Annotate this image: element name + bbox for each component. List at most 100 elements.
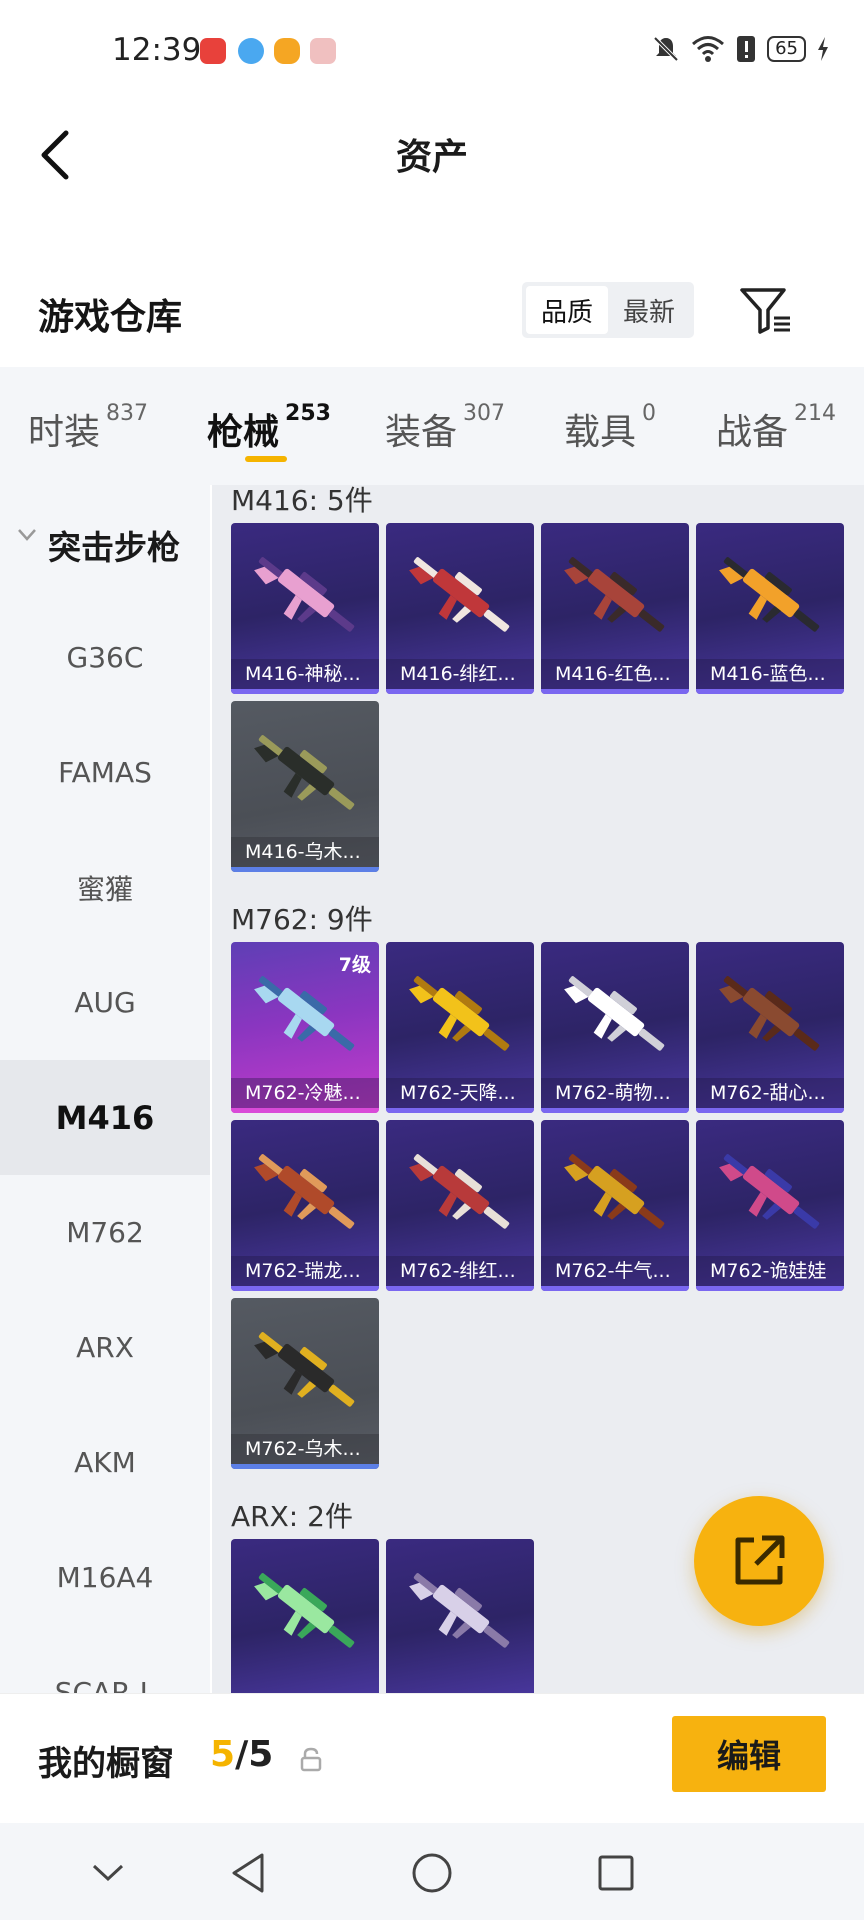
share-button[interactable]: [694, 1496, 824, 1626]
skin-card[interactable]: M762-甜心...: [696, 942, 844, 1113]
charging-icon: [818, 37, 828, 61]
skin-name: M762-天降...: [386, 1078, 534, 1108]
category-tabs: 时装 837 枪械 253 装备 307 载具 0 战备 214: [0, 367, 864, 485]
skin-card[interactable]: M762-瑞龙...: [231, 1120, 379, 1291]
tab-weapons[interactable]: 枪械 253: [207, 401, 331, 455]
skin-name: M416-神秘...: [231, 659, 379, 689]
quality-bar: [386, 1108, 534, 1113]
skin-card[interactable]: M762-绯红...: [386, 1120, 534, 1291]
app-root: 12:39 65 资产 游戏仓库 品质 最新 时装 837 枪械 253 装备 …: [0, 0, 864, 1920]
skin-card[interactable]: M762-诡娃娃: [696, 1120, 844, 1291]
app-notification-icon: [274, 38, 300, 64]
rifle-icon: [564, 1154, 665, 1229]
tab-count: 214: [794, 401, 837, 426]
nav-home-button[interactable]: [406, 1849, 458, 1897]
skin-name: M762-诡娃娃: [696, 1256, 844, 1286]
nav-back-button[interactable]: [222, 1849, 274, 1897]
status-indicators: 65: [651, 34, 830, 64]
skin-card[interactable]: [386, 1539, 534, 1693]
quality-bar: [696, 689, 844, 694]
active-tab-indicator: [245, 456, 287, 462]
sidebar-item-g36c[interactable]: G36C: [0, 600, 210, 715]
chevron-down-icon: [18, 529, 36, 541]
wifi-icon: [692, 36, 725, 62]
quality-bar: [386, 1286, 534, 1291]
rifle-icon: [719, 976, 820, 1051]
skin-card[interactable]: M762-天降...: [386, 942, 534, 1113]
share-icon: [735, 1535, 785, 1585]
rifle-icon: [409, 1573, 510, 1648]
skin-card[interactable]: M416-红色...: [541, 523, 689, 694]
app-notification-icon: [310, 38, 336, 64]
mute-icon: [653, 36, 679, 62]
tab-label: 枪械: [207, 412, 280, 453]
group-label: M762: 9件: [231, 903, 373, 936]
nav-recents-button[interactable]: [590, 1849, 642, 1897]
rifle-icon: [409, 557, 510, 632]
skin-card[interactable]: M416-绯红...: [386, 523, 534, 694]
rifle-icon: [719, 1154, 820, 1229]
sidebar-item-m416[interactable]: M416: [0, 1060, 210, 1175]
sidebar-item-scar-l[interactable]: SCAR-L: [0, 1635, 210, 1693]
sidebar-item-m16a4[interactable]: M16A4: [0, 1520, 210, 1635]
skin-name: M416-绯红...: [386, 659, 534, 689]
edit-button[interactable]: 编辑: [672, 1716, 826, 1792]
rifle-icon: [254, 1332, 355, 1407]
battery-level: 65: [767, 36, 806, 62]
skin-card[interactable]: M762-乌木...: [231, 1298, 379, 1469]
lock-icon[interactable]: [298, 1746, 324, 1772]
quality-bar: [231, 867, 379, 872]
skin-card[interactable]: M416-乌木...: [231, 701, 379, 872]
quality-bar: [696, 1286, 844, 1291]
group-label: M416: 5件: [231, 485, 373, 517]
status-time: 12:39: [112, 32, 202, 68]
quality-bar: [541, 1286, 689, 1291]
tab-fashion[interactable]: 时装 837: [28, 401, 148, 455]
system-nav-bar: [0, 1823, 864, 1920]
sidebar-item-honey-badger[interactable]: 蜜獾: [0, 830, 210, 945]
skin-card[interactable]: M416-蓝色...: [696, 523, 844, 694]
skin-name: M416-蓝色...: [696, 659, 844, 689]
rifle-icon: [409, 976, 510, 1051]
sidebar-item-m762[interactable]: M762: [0, 1175, 210, 1290]
quality-bar: [386, 689, 534, 694]
sort-option-quality[interactable]: 品质: [526, 286, 608, 334]
tab-count: 253: [285, 401, 331, 426]
quality-bar: [231, 1108, 379, 1113]
skin-card[interactable]: 7级 M762-冷魅...: [231, 942, 379, 1113]
quality-bar: [541, 689, 689, 694]
triangle-back-icon: [232, 1853, 264, 1893]
sidebar-item-aug[interactable]: AUG: [0, 945, 210, 1060]
skin-card[interactable]: M762-牛气...: [541, 1120, 689, 1291]
sidebar-item-famas[interactable]: FAMAS: [0, 715, 210, 830]
rifle-icon: [564, 976, 665, 1051]
skin-card[interactable]: M416-神秘...: [231, 523, 379, 694]
tab-gear[interactable]: 战备 214: [716, 401, 837, 455]
sort-toggle: 品质 最新: [522, 282, 694, 338]
tab-vehicles[interactable]: 载具 0: [564, 401, 656, 455]
sort-option-newest[interactable]: 最新: [608, 286, 690, 334]
filter-icon: [740, 288, 790, 334]
app-notification-icon: [238, 38, 264, 64]
skin-card[interactable]: [231, 1539, 379, 1693]
sidebar-item-akm[interactable]: AKM: [0, 1405, 210, 1520]
page-title: 资产: [395, 137, 468, 178]
tab-label: 载具: [564, 412, 637, 453]
sidebar-item-arx[interactable]: ARX: [0, 1290, 210, 1405]
skin-card[interactable]: M762-萌物...: [541, 942, 689, 1113]
skin-name: M762-绯红...: [386, 1256, 534, 1286]
alert-icon: [737, 36, 756, 62]
rifle-icon: [564, 557, 665, 632]
rifle-icon: [254, 557, 355, 632]
tab-equipment[interactable]: 装备 307: [385, 401, 506, 455]
nav-collapse-button[interactable]: [82, 1849, 134, 1897]
weapon-sidebar: 突击步枪 G36C FAMAS 蜜獾 AUG M416 M762 ARX AKM…: [0, 485, 210, 1693]
tab-count: 307: [463, 401, 506, 426]
skin-name: M416-红色...: [541, 659, 689, 689]
quality-bar: [231, 689, 379, 694]
filter-button[interactable]: [738, 284, 794, 336]
sidebar-group-assault-rifles[interactable]: 突击步枪: [0, 485, 210, 600]
showcase-count: 5/5: [210, 1734, 273, 1775]
skin-name: M762-甜心...: [696, 1078, 844, 1108]
rifle-icon: [719, 557, 820, 632]
